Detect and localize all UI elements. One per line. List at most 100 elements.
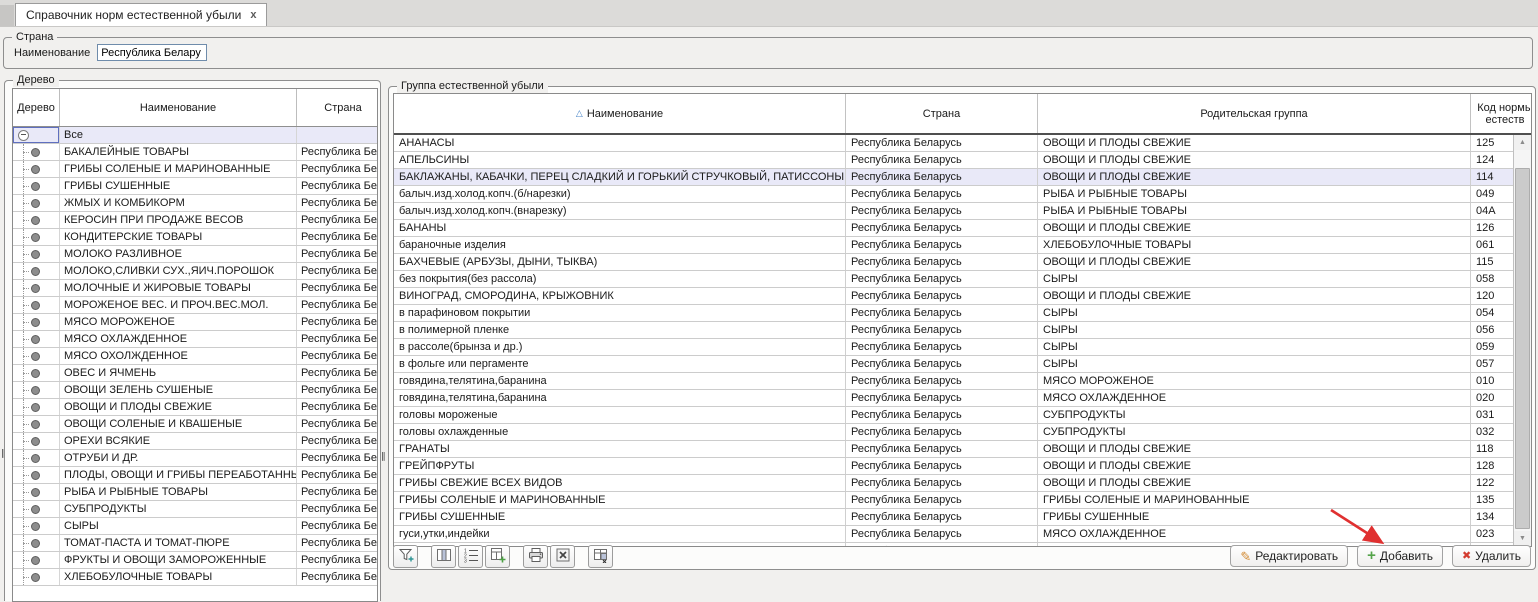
group-row[interactable]: балыч.изд.холод.копч.(б/нарезки)Республи… [394,186,1532,203]
tree-item-label[interactable]: ПЛОДЫ, ОВОЩИ И ГРИБЫ ПЕРЕАБОТАННЫЕ [60,467,297,484]
tree-row[interactable]: ОРЕХИ ВСЯКИЕРеспублика Бел [13,433,378,450]
group-row[interactable]: БАНАНЫРеспублика БеларусьОВОЩИ И ПЛОДЫ С… [394,220,1532,237]
group-row[interactable]: ГРАНАТЫРеспублика БеларусьОВОЩИ И ПЛОДЫ … [394,441,1532,458]
tree-item-label[interactable]: КОНДИТЕРСКИЕ ТОВАРЫ [60,229,297,246]
tree-row[interactable]: ОВЕС И ЯЧМЕНЬРеспублика Бел [13,365,378,382]
country-name-input[interactable] [97,44,207,61]
table-options-button[interactable] [588,545,613,568]
tree-col-header-country[interactable]: Страна [297,89,379,127]
group-row[interactable]: гуси,утки,индейкиРеспублика БеларусьМЯСО… [394,526,1532,543]
tree-item-label[interactable]: СЫРЫ [60,518,297,535]
tree-row[interactable]: КОНДИТЕРСКИЕ ТОВАРЫРеспублика Бел [13,229,378,246]
delete-button[interactable]: ✖Удалить [1452,545,1531,567]
group-row[interactable]: в рассоле(брынза и др.)Республика Белару… [394,339,1532,356]
group-row[interactable]: АНАНАСЫРеспублика БеларусьОВОЩИ И ПЛОДЫ … [394,134,1532,152]
group-row[interactable]: говядина,телятина,баранинаРеспублика Бел… [394,373,1532,390]
tree-item-label[interactable]: МОЛОКО,СЛИВКИ СУХ.,ЯИЧ.ПОРОШОК [60,263,297,280]
export-excel-button[interactable] [550,545,575,568]
tree-item-country[interactable]: Республика Бел [297,229,379,246]
tree-row[interactable]: ОТРУБИ И ДР.Республика Бел [13,450,378,467]
group-row[interactable]: БАКЛАЖАНЫ, КАБАЧКИ, ПЕРЕЦ СЛАДКИЙ И ГОРЬ… [394,169,1532,186]
tree-item-label[interactable]: ОВОЩИ И ПЛОДЫ СВЕЖИЕ [60,399,297,416]
group-row[interactable]: ГРЕЙПФРУТЫРеспублика БеларусьОВОЩИ И ПЛО… [394,458,1532,475]
tree-row[interactable]: СУБПРОДУКТЫРеспублика Бел [13,501,378,518]
add-summary-button[interactable] [485,545,510,568]
tree-root-label[interactable]: Все [60,127,297,144]
tree-item-label[interactable]: СУБПРОДУКТЫ [60,501,297,518]
tree-item-label[interactable]: РЫБА И РЫБНЫЕ ТОВАРЫ [60,484,297,501]
tree-row[interactable]: БАКАЛЕЙНЫЕ ТОВАРЫРеспублика Бел [13,144,378,161]
tree-item-label[interactable]: МЯСО ОХЛАЖДЕННОЕ [60,331,297,348]
tree-row[interactable]: ХЛЕБОБУЛОЧНЫЕ ТОВАРЫРеспублика Бел [13,569,378,586]
tree-item-country[interactable]: Республика Бел [297,212,379,229]
vertical-scrollbar[interactable]: ▲ ▼ [1513,135,1531,546]
tree-item-label[interactable]: ОРЕХИ ВСЯКИЕ [60,433,297,450]
group-row[interactable]: говядина,телятина,баранинаРеспублика Бел… [394,390,1532,407]
group-row[interactable]: ГРИБЫ СОЛЕНЫЕ И МАРИНОВАННЫЕРеспублика Б… [394,492,1532,509]
tree-row[interactable]: ГРИБЫ СУШЕННЫЕРеспублика Бел [13,178,378,195]
group-row[interactable]: балыч.изд.холод.копч.(внарезку)Республик… [394,203,1532,220]
group-row[interactable]: в полимерной пленкеРеспублика БеларусьСЫ… [394,322,1532,339]
panel-splitter-handle[interactable]: ∥ [381,452,385,461]
tree-row[interactable]: ОВОЩИ И ПЛОДЫ СВЕЖИЕРеспублика Бел [13,399,378,416]
collapse-icon[interactable] [18,130,29,141]
tree-item-country[interactable]: Республика Бел [297,518,379,535]
group-row[interactable]: в парафиновом покрытииРеспублика Беларус… [394,305,1532,322]
tree-item-country[interactable]: Республика Бел [297,348,379,365]
tree-item-country[interactable]: Республика Бел [297,467,379,484]
edit-button[interactable]: ✎Редактировать [1230,545,1348,567]
tree-item-country[interactable]: Республика Бел [297,501,379,518]
scroll-up-icon[interactable]: ▲ [1514,135,1531,150]
group-row[interactable]: ГРИБЫ СВЕЖИЕ ВСЕХ ВИДОВРеспублика Белару… [394,475,1532,492]
tree-item-country[interactable]: Республика Бел [297,297,379,314]
tree-item-label[interactable]: МОЛОКО РАЗЛИВНОЕ [60,246,297,263]
tree-item-country[interactable]: Республика Бел [297,280,379,297]
group-row[interactable]: головы охлажденныеРеспублика БеларусьСУБ… [394,424,1532,441]
scroll-down-icon[interactable]: ▼ [1514,531,1531,546]
print-button[interactable] [523,545,548,568]
tree-item-label[interactable]: ОВЕС И ЯЧМЕНЬ [60,365,297,382]
tab-directory[interactable]: Справочник норм естественной убыли x [15,3,267,26]
tree-item-country[interactable]: Республика Бел [297,552,379,569]
group-row[interactable]: ВИНОГРАД, СМОРОДИНА, КРЫЖОВНИКРеспублика… [394,288,1532,305]
tree-item-label[interactable]: МЯСО ОХОЛЖДЕННОЕ [60,348,297,365]
tree-item-label[interactable]: КЕРОСИН ПРИ ПРОДАЖЕ ВЕСОВ [60,212,297,229]
group-col-header-country[interactable]: Страна [846,94,1038,134]
tree-item-label[interactable]: МЯСО МОРОЖЕНОЕ [60,314,297,331]
tree-row[interactable]: ТОМАТ-ПАСТА И ТОМАТ-ПЮРЕРеспублика Бел [13,535,378,552]
tree-col-header-tree[interactable]: Дерево [13,89,60,127]
tree-row-root[interactable]: Все [13,127,378,144]
tree-item-country[interactable]: Республика Бел [297,433,379,450]
group-row[interactable]: бараночные изделияРеспублика БеларусьХЛЕ… [394,237,1532,254]
tree-item-label[interactable]: ГРИБЫ СОЛЕНЫЕ И МАРИНОВАННЫЕ [60,161,297,178]
tree-row[interactable]: КЕРОСИН ПРИ ПРОДАЖЕ ВЕСОВРеспублика Бел [13,212,378,229]
group-row[interactable]: головы мороженыеРеспублика БеларусьСУБПР… [394,407,1532,424]
tree-item-label[interactable]: ОВОЩИ ЗЕЛЕНЬ СУШЕНЫЕ [60,382,297,399]
tree-item-country[interactable]: Республика Бел [297,314,379,331]
tree-item-country[interactable]: Республика Бел [297,382,379,399]
tree-item-label[interactable]: ХЛЕБОБУЛОЧНЫЕ ТОВАРЫ [60,569,297,586]
add-filter-button[interactable] [393,545,418,568]
add-button[interactable]: +Добавить [1357,545,1443,567]
tree-row[interactable]: МОРОЖЕНОЕ ВЕС. И ПРОЧ.ВЕС.МОЛ.Республика… [13,297,378,314]
tree-row[interactable]: РЫБА И РЫБНЫЕ ТОВАРЫРеспублика Бел [13,484,378,501]
tree-item-country[interactable]: Республика Бел [297,450,379,467]
numbered-list-button[interactable]: 123 [458,545,483,568]
tree-item-country[interactable]: Республика Бел [297,263,379,280]
tab-close-icon[interactable]: x [250,10,256,21]
tree-item-country[interactable]: Республика Бел [297,416,379,433]
tree-item-label[interactable]: ОВОЩИ СОЛЕНЫЕ И КВАШЕНЫЕ [60,416,297,433]
tree-item-country[interactable]: Республика Бел [297,484,379,501]
tree-item-country[interactable]: Республика Бел [297,331,379,348]
tree-item-country[interactable]: Республика Бел [297,365,379,382]
tree-item-label[interactable]: ЖМЫХ И КОМБИКОРМ [60,195,297,212]
tree-row[interactable]: МОЛОЧНЫЕ И ЖИРОВЫЕ ТОВАРЫРеспублика Бел [13,280,378,297]
tree-row[interactable]: МЯСО МОРОЖЕНОЕРеспублика Бел [13,314,378,331]
tree-row[interactable]: ГРИБЫ СОЛЕНЫЕ И МАРИНОВАННЫЕРеспублика Б… [13,161,378,178]
tree-row[interactable]: МОЛОКО РАЗЛИВНОЕРеспублика Бел [13,246,378,263]
group-col-header-code[interactable]: Код нормы естеств [1471,94,1533,134]
group-col-header-parent[interactable]: Родительская группа [1038,94,1471,134]
group-row[interactable]: АПЕЛЬСИНЫРеспублика БеларусьОВОЩИ И ПЛОД… [394,152,1532,169]
group-row[interactable]: без покрытия(без рассола)Республика Бела… [394,271,1532,288]
tree-item-label[interactable]: МОЛОЧНЫЕ И ЖИРОВЫЕ ТОВАРЫ [60,280,297,297]
